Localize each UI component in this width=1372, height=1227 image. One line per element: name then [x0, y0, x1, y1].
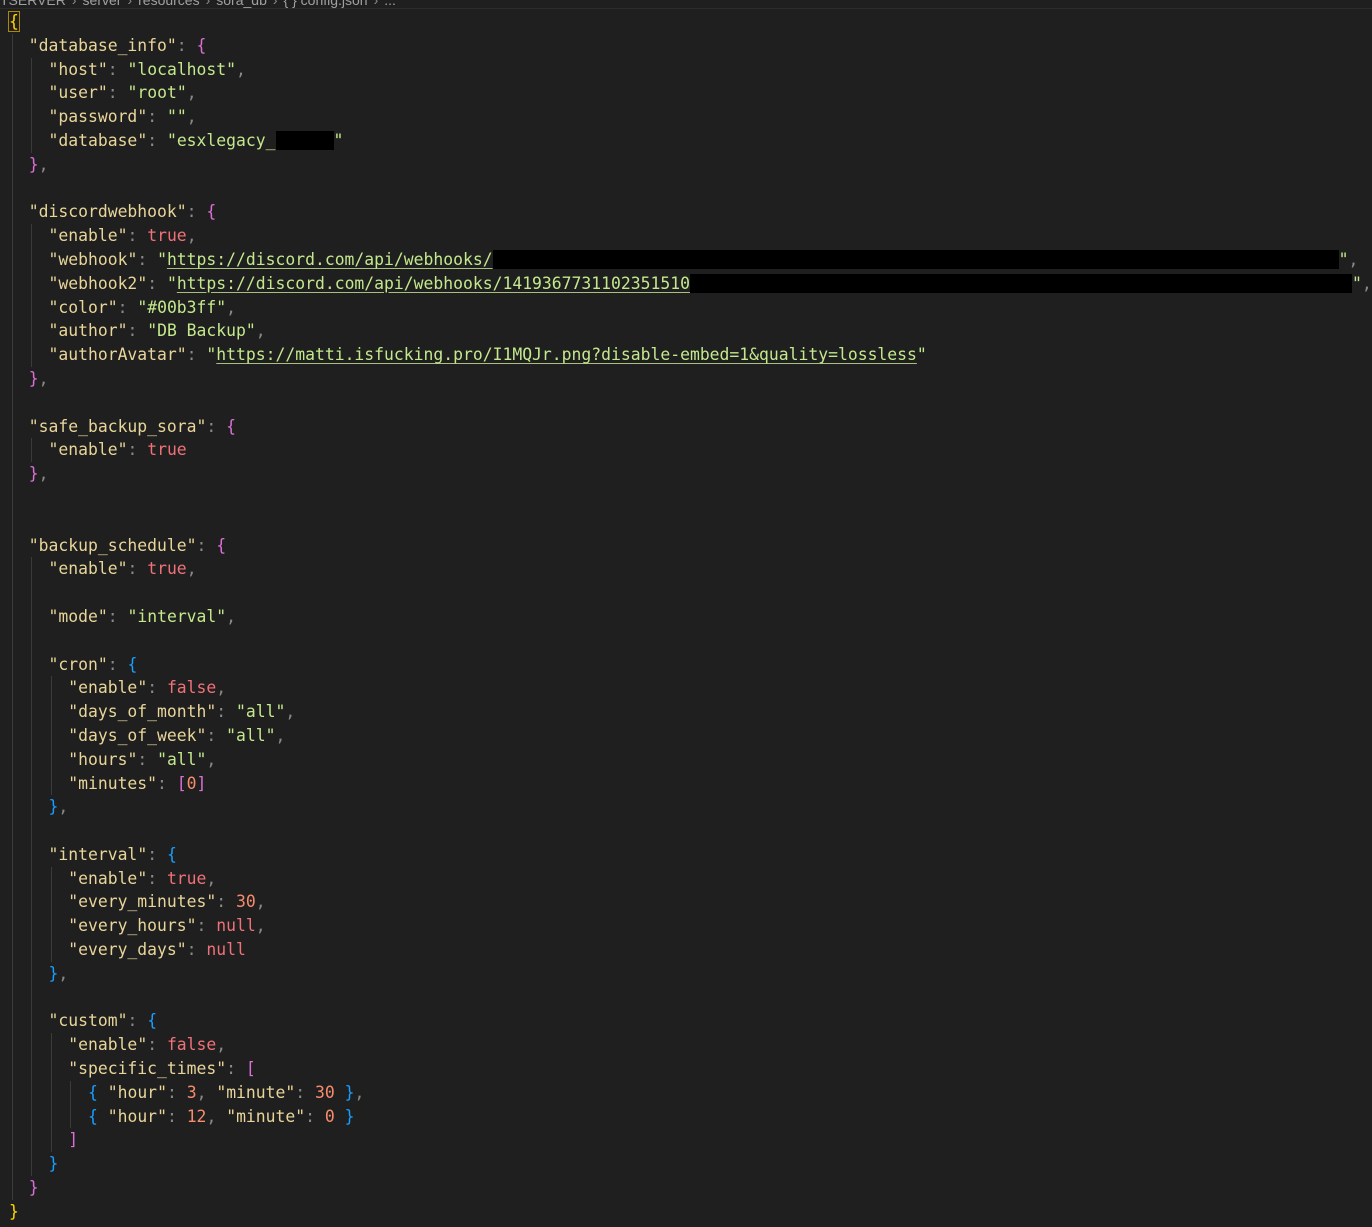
code-line[interactable]: },	[0, 366, 1372, 391]
code-line[interactable]: "hours": "all",	[0, 747, 1372, 772]
code-line[interactable]: "enable": true,	[0, 866, 1372, 891]
code-line[interactable]: "password": "",	[0, 105, 1372, 129]
code-area[interactable]: { "database_info": { "host": "localhost"…	[0, 10, 1372, 1227]
code-line[interactable]: "authorAvatar": "https://matti.isfucking…	[0, 343, 1372, 367]
chevron-right-icon: ›	[272, 0, 278, 8]
code-line[interactable]: ]	[0, 1128, 1372, 1153]
breadcrumb-item-resources[interactable]: resources	[138, 0, 199, 8]
code-line[interactable]: { "hour": 12, "minute": 0 }	[0, 1104, 1372, 1129]
code-line[interactable]: { "hour": 3, "minute": 30 },	[0, 1080, 1372, 1105]
close-brace: }	[9, 1201, 19, 1221]
code-line[interactable]	[0, 390, 1372, 415]
code-line[interactable]: {	[0, 10, 1372, 34]
code-line[interactable]: "days_of_week": "all",	[0, 723, 1372, 748]
redaction-block	[492, 249, 1339, 269]
code-line[interactable]: }	[0, 1176, 1372, 1200]
webhook2-link[interactable]: https://discord.com/api/webhooks/1419367…	[177, 274, 690, 293]
code-line[interactable]: "every_days": null	[0, 938, 1372, 962]
code-line[interactable]: "every_minutes": 30,	[0, 890, 1372, 915]
webhook-link[interactable]: https://discord.com/api/webhooks/	[167, 250, 493, 269]
code-line[interactable]	[0, 581, 1372, 605]
code-line[interactable]: "custom": {	[0, 1009, 1372, 1034]
code-line[interactable]: "enable": true,	[0, 557, 1372, 582]
code-line[interactable]: "color": "#00b3ff",	[0, 295, 1372, 320]
code-line[interactable]	[0, 509, 1372, 534]
code-line[interactable]: "backup_schedule": {	[0, 533, 1372, 558]
code-line[interactable]	[0, 176, 1372, 201]
breadcrumb-item-file[interactable]: { } config.json	[284, 0, 368, 8]
code-line[interactable]: "database_info": {	[0, 33, 1372, 58]
code-line[interactable]: "specific_times": [	[0, 1057, 1372, 1081]
code-line[interactable]: "cron": {	[0, 652, 1372, 677]
code-line[interactable]	[0, 485, 1372, 510]
code-line[interactable]: "discordwebhook": {	[0, 200, 1372, 225]
breadcrumb-item-more[interactable]: ...	[384, 0, 396, 8]
chevron-right-icon: ›	[205, 0, 211, 8]
code-line[interactable]: "database": "esxlegacy_ "	[0, 128, 1372, 153]
code-line[interactable]: "every_hours": null,	[0, 914, 1372, 939]
code-line[interactable]: },	[0, 152, 1372, 177]
breadcrumb-item-server[interactable]: server	[83, 0, 122, 8]
code-line[interactable]: "enable": true,	[0, 224, 1372, 248]
code-line[interactable]: "host": "localhost",	[0, 57, 1372, 82]
avatar-link[interactable]: https://matti.isfucking.pro/I1MQJr.png?d…	[216, 345, 917, 364]
code-line[interactable]: }	[0, 1152, 1372, 1177]
code-line[interactable]	[0, 985, 1372, 1010]
code-editor[interactable]: TSERVER › server › resources › sora_db › { } con…	[0, 0, 1372, 1227]
breadcrumb: TSERVER › server › resources › sora_db › { } con…	[0, 0, 1372, 9]
code-line[interactable]: },	[0, 795, 1372, 820]
code-line[interactable]	[0, 628, 1372, 653]
breadcrumb-item-sora-db[interactable]: sora_db	[216, 0, 267, 8]
code-line[interactable]: "days_of_month": "all",	[0, 700, 1372, 724]
code-line[interactable]: "enable": true	[0, 438, 1372, 463]
code-line[interactable]	[0, 819, 1372, 843]
open-brace: {	[8, 11, 20, 32]
code-line[interactable]: "enable": false,	[0, 676, 1372, 701]
code-line[interactable]: "enable": false,	[0, 1033, 1372, 1058]
redaction-block	[689, 273, 1352, 293]
redaction-block	[275, 130, 334, 150]
code-line[interactable]: "interval": {	[0, 842, 1372, 867]
code-line[interactable]: "minutes": [0]	[0, 771, 1372, 796]
code-line[interactable]: "webhook": "https://discord.com/api/webh…	[0, 247, 1372, 272]
code-line[interactable]: },	[0, 462, 1372, 486]
code-line[interactable]: "user": "root",	[0, 81, 1372, 106]
breadcrumb-item-root[interactable]: TSERVER	[0, 0, 66, 8]
chevron-right-icon: ›	[127, 0, 133, 8]
chevron-right-icon: ›	[71, 0, 77, 8]
code-line[interactable]: },	[0, 961, 1372, 986]
code-line[interactable]: }	[0, 1200, 1372, 1224]
code-line[interactable]: "safe_backup_sora": {	[0, 414, 1372, 439]
code-line[interactable]: "mode": "interval",	[0, 604, 1372, 629]
chevron-right-icon: ›	[373, 0, 379, 8]
code-line[interactable]: "webhook2": "https://discord.com/api/web…	[0, 271, 1372, 296]
code-line[interactable]: "author": "DB Backup",	[0, 319, 1372, 344]
